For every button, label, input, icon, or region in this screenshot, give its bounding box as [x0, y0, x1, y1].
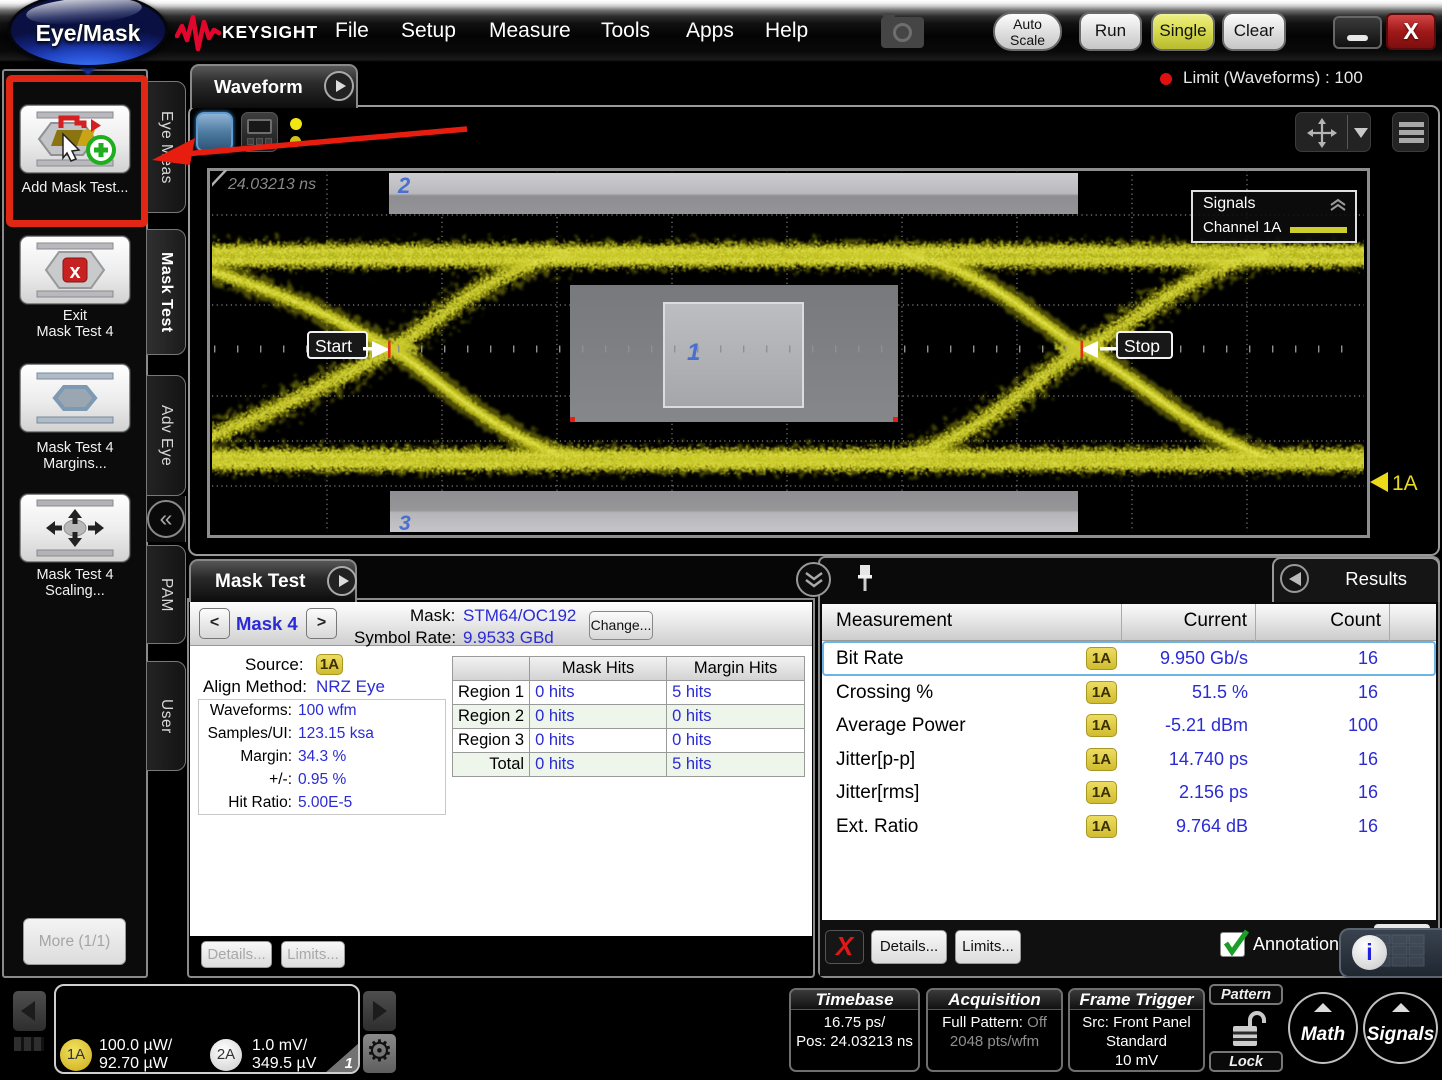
- svg-text:x: x: [69, 261, 80, 283]
- svg-text:Stop: Stop: [1124, 336, 1160, 356]
- svg-text:Start: Start: [315, 336, 352, 356]
- svg-text:3: 3: [399, 512, 411, 532]
- svg-text:1A: 1A: [1392, 472, 1418, 495]
